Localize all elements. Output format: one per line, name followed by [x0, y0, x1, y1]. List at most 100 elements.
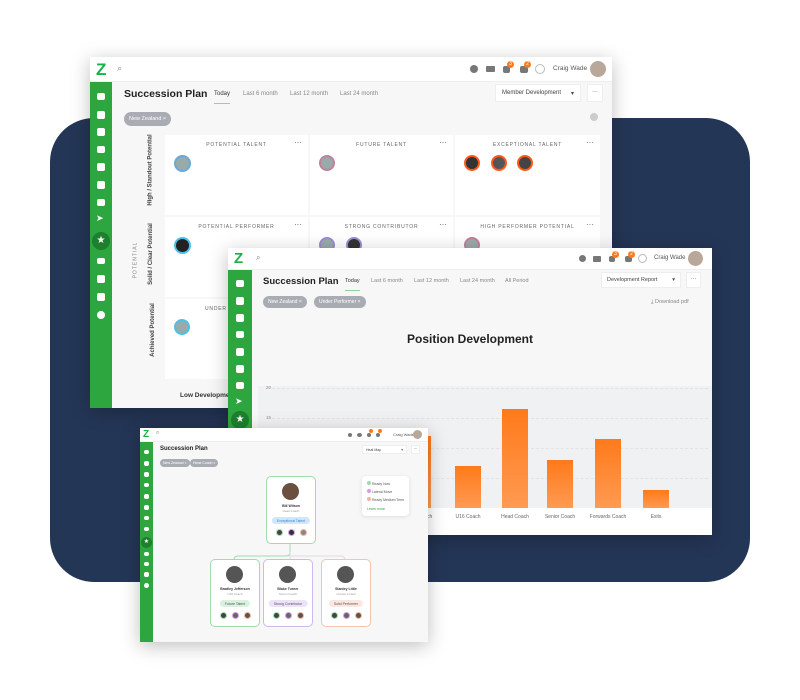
- org-card[interactable]: Stanley Little Lineout Coach Solid Perfo…: [321, 559, 371, 627]
- person-icon[interactable]: [236, 297, 244, 305]
- tab-last-6-month[interactable]: Last 6 month: [371, 278, 403, 284]
- more-button[interactable]: ···: [587, 84, 603, 102]
- avatar[interactable]: [174, 155, 191, 172]
- download-label: Download pdf: [654, 299, 689, 305]
- tab-last-12-month[interactable]: Last 12 month: [290, 91, 328, 97]
- mail-icon[interactable]: [486, 66, 495, 72]
- grid-cell[interactable]: EXCEPTIONAL TALENT ···: [455, 135, 600, 215]
- calendar-icon[interactable]: [97, 275, 105, 283]
- bar[interactable]: [502, 409, 528, 508]
- alerts-badge: 3: [612, 251, 619, 258]
- mail-icon[interactable]: [593, 256, 601, 262]
- report-dropdown[interactable]: Development Report ▾: [601, 272, 681, 288]
- star-icon[interactable]: ★: [92, 232, 110, 250]
- bar[interactable]: [643, 490, 669, 508]
- avatar[interactable]: [220, 612, 227, 619]
- avatar[interactable]: [174, 237, 191, 254]
- add-icon[interactable]: [535, 64, 545, 74]
- avatar[interactable]: [297, 612, 304, 619]
- team-icon[interactable]: [97, 181, 105, 189]
- avatar[interactable]: [232, 612, 239, 619]
- document-icon[interactable]: [236, 314, 244, 322]
- person-icon[interactable]: [97, 111, 105, 119]
- help-icon[interactable]: [470, 65, 478, 73]
- rocket-icon[interactable]: ➤: [96, 213, 104, 224]
- help-icon[interactable]: [579, 255, 586, 262]
- more-icon[interactable]: ···: [294, 220, 302, 229]
- document-icon[interactable]: [97, 128, 105, 136]
- filter-chip-under-performer[interactable]: Under Performer ×: [314, 296, 366, 308]
- avatar[interactable]: [174, 319, 190, 335]
- rocket-icon[interactable]: ➤: [235, 396, 243, 407]
- user-avatar[interactable]: [688, 251, 703, 266]
- more-icon[interactable]: ···: [439, 220, 447, 229]
- dashboard-icon[interactable]: [236, 280, 244, 287]
- avatar[interactable]: [517, 155, 533, 171]
- avatar[interactable]: [244, 612, 251, 619]
- tab-last-24-month[interactable]: Last 24 month: [460, 278, 495, 284]
- more-button[interactable]: ···: [686, 272, 701, 288]
- avatar[interactable]: [276, 529, 283, 536]
- avatar[interactable]: [319, 155, 335, 171]
- chat-sidebar-icon[interactable]: [97, 199, 105, 206]
- star-icon[interactable]: ★: [231, 411, 249, 429]
- avatar[interactable]: [300, 529, 307, 536]
- contact-icon[interactable]: [97, 163, 105, 171]
- tab-last-24-month[interactable]: Last 24 month: [340, 91, 378, 97]
- graduation-icon[interactable]: [97, 258, 105, 264]
- settings-icon[interactable]: [97, 311, 105, 319]
- avatar[interactable]: [491, 155, 507, 171]
- dashboard-icon[interactable]: [97, 93, 105, 100]
- talent-tag: Future Talent: [219, 600, 251, 607]
- more-icon[interactable]: ···: [586, 220, 594, 229]
- edit-icon[interactable]: [97, 293, 105, 301]
- person-role: Lineout Coach: [336, 592, 356, 596]
- avatar[interactable]: [343, 612, 350, 619]
- tab-today[interactable]: Today: [214, 91, 231, 104]
- talent-tag: Exceptional Talent: [271, 517, 311, 524]
- avatar[interactable]: [288, 529, 295, 536]
- gridline: [272, 418, 708, 419]
- avatar[interactable]: [273, 612, 280, 619]
- info-icon[interactable]: [590, 113, 598, 121]
- page-title: Succession Plan: [124, 88, 208, 100]
- chat-sidebar-icon[interactable]: [236, 382, 244, 389]
- avatar[interactable]: [355, 612, 362, 619]
- bar[interactable]: [595, 439, 621, 508]
- bar[interactable]: [455, 466, 481, 508]
- report-dropdown[interactable]: Member Development ▾: [495, 84, 581, 102]
- search-icon[interactable]: ⌕: [256, 253, 260, 263]
- avatar[interactable]: [285, 612, 292, 619]
- grid-cell[interactable]: POTENTIAL TALENT ···: [165, 135, 308, 215]
- user-avatar[interactable]: [590, 61, 606, 77]
- more-icon[interactable]: ···: [294, 138, 302, 147]
- briefcase-icon[interactable]: [97, 146, 105, 153]
- bar[interactable]: [547, 460, 573, 508]
- org-card[interactable]: Bradley Jefferson U16 Coach Future Talen…: [210, 559, 260, 627]
- tab-all-period[interactable]: All Period: [505, 278, 529, 284]
- search-icon[interactable]: ⌕: [117, 63, 122, 74]
- tab-today[interactable]: Today: [345, 278, 360, 291]
- user-name: Craig Wade: [553, 65, 588, 72]
- cell-title: EXCEPTIONAL TALENT: [492, 142, 563, 148]
- org-card-root[interactable]: Bill Wilson Head Coach Exceptional Talen…: [266, 476, 316, 544]
- avatar: [282, 483, 299, 500]
- grid-cell[interactable]: FUTURE TALENT ···: [310, 135, 453, 215]
- y-tick-label: 15: [266, 415, 272, 420]
- tab-last-12-month[interactable]: Last 12 month: [414, 278, 449, 284]
- add-icon[interactable]: [638, 254, 647, 263]
- cell-title: FUTURE TALENT: [356, 142, 407, 148]
- avatar: [279, 566, 296, 583]
- more-icon[interactable]: ···: [586, 138, 594, 147]
- more-icon[interactable]: ···: [439, 138, 447, 147]
- avatar[interactable]: [464, 155, 480, 171]
- team-icon[interactable]: [236, 365, 244, 373]
- contact-icon[interactable]: [236, 348, 244, 356]
- avatar[interactable]: [331, 612, 338, 619]
- download-pdf-button[interactable]: ⤓ Download pdf: [651, 299, 689, 306]
- tab-last-6-month[interactable]: Last 6 month: [243, 91, 278, 97]
- filter-chip-new-zealand[interactable]: New Zealand ×: [263, 296, 307, 308]
- filter-chip[interactable]: New Zealand ×: [124, 112, 172, 126]
- org-card[interactable]: Blake Turner Scrum Coach Strong Contribu…: [263, 559, 313, 627]
- potential-axis-label: POTENTIAL: [132, 241, 139, 279]
